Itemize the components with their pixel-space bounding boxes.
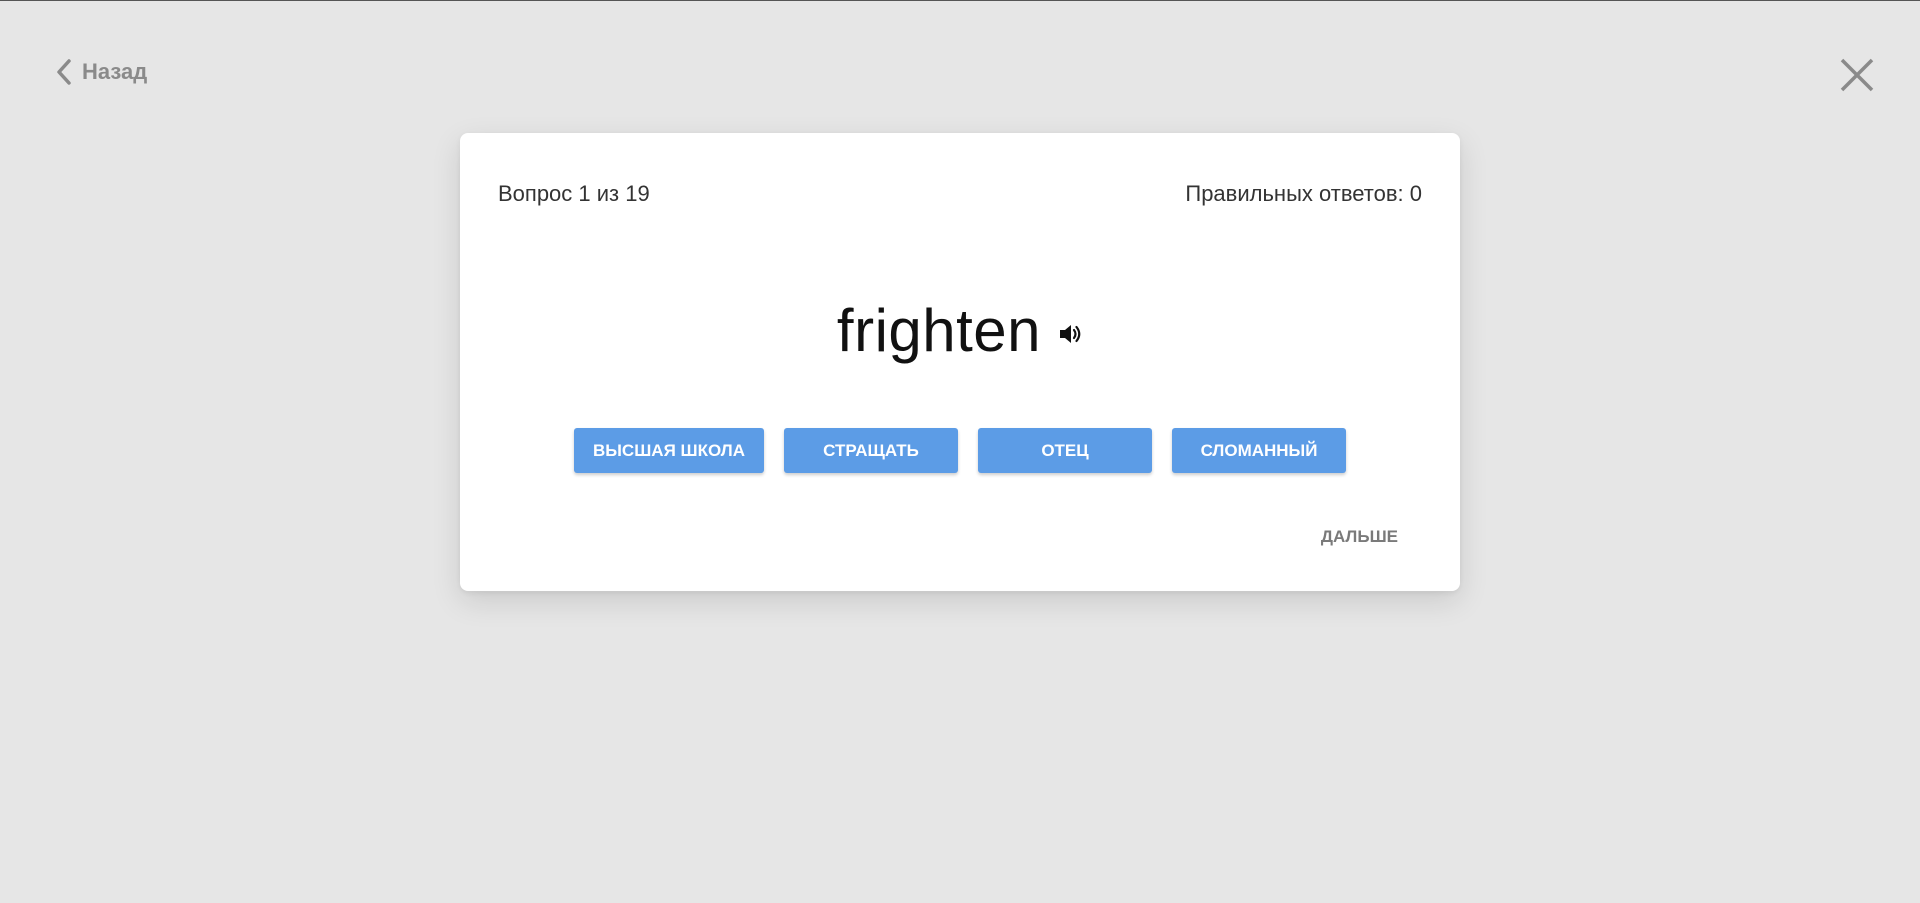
- close-button[interactable]: [1839, 57, 1875, 93]
- close-icon: [1839, 57, 1875, 93]
- speaker-icon[interactable]: [1057, 321, 1083, 347]
- quiz-word: frighten: [836, 297, 1042, 364]
- next-button[interactable]: ДАЛЬШЕ: [1321, 527, 1398, 547]
- quiz-card: Вопрос 1 из 19 Правильных ответов: 0 fri…: [460, 133, 1460, 591]
- back-link[interactable]: Назад: [56, 59, 147, 85]
- answer-option-2[interactable]: СТРАЩАТЬ: [784, 428, 958, 473]
- answer-option-3[interactable]: ОТЕЦ: [978, 428, 1152, 473]
- answer-option-1[interactable]: ВЫСШАЯ ШКОЛА: [574, 428, 764, 473]
- answer-option-4[interactable]: СЛОМАННЫЙ: [1172, 428, 1346, 473]
- question-counter: Вопрос 1 из 19: [498, 181, 650, 206]
- back-label: Назад: [82, 59, 148, 84]
- correct-answers-counter: Правильных ответов: 0: [1185, 181, 1422, 206]
- answer-options: ВЫСШАЯ ШКОЛА СТРАЩАТЬ ОТЕЦ СЛОМАННЫЙ: [460, 428, 1460, 473]
- word-row: frighten: [460, 301, 1460, 361]
- quiz-header: Вопрос 1 из 19 Правильных ответов: 0: [498, 181, 1422, 207]
- chevron-left-icon: [56, 59, 72, 85]
